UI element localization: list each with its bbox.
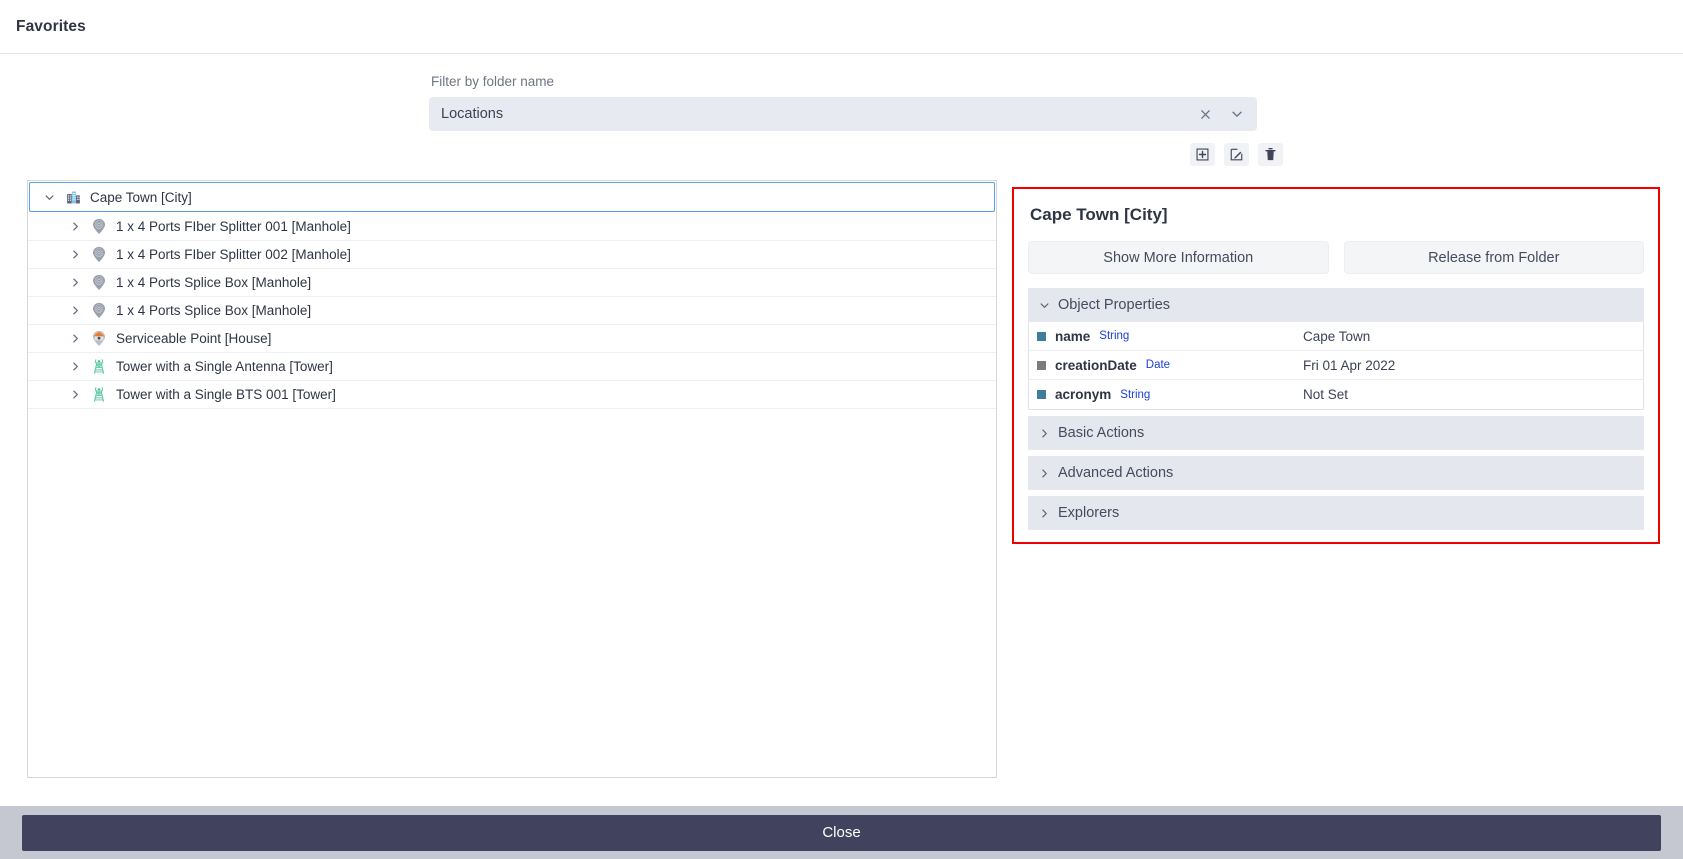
property-type-swatch — [1037, 390, 1046, 399]
show-more-information-button[interactable]: Show More Information — [1028, 241, 1329, 274]
tree-children: 1 x 4 Ports FIber Splitter 001 [Manhole]… — [28, 213, 996, 409]
object-properties-section: Object Properties name String Cape Town cre… — [1028, 288, 1644, 410]
main-content: Cape Town [City] 1 x 4 Ports FIber Split… — [0, 180, 1683, 790]
explorers-section: Explorers — [1028, 496, 1644, 530]
advanced-actions-label: Advanced Actions — [1058, 465, 1174, 481]
basic-actions-header[interactable]: Basic Actions — [1028, 416, 1644, 450]
chevron-right-icon — [1034, 423, 1054, 443]
chevron-right-icon[interactable] — [66, 246, 84, 264]
app-header: Favorites — [0, 0, 1683, 54]
chevron-down-icon — [1034, 295, 1054, 315]
tree-node-label: 1 x 4 Ports FIber Splitter 001 [Manhole] — [116, 219, 351, 234]
tree-node-label: 1 x 4 Ports Splice Box [Manhole] — [116, 303, 312, 318]
tree-node-label: 1 x 4 Ports FIber Splitter 002 [Manhole] — [116, 247, 351, 262]
tree-node-label: Cape Town [City] — [90, 189, 192, 205]
manhole-pin-icon — [88, 217, 110, 237]
tree-row[interactable]: 1 x 4 Ports Splice Box [Manhole] — [28, 269, 996, 297]
house-pin-icon — [88, 329, 110, 349]
manhole-pin-icon — [88, 273, 110, 293]
basic-actions-label: Basic Actions — [1058, 425, 1145, 441]
property-value: Cape Town — [1303, 328, 1371, 344]
folder-filter-block: Filter by folder name Locations — [429, 74, 1257, 131]
manhole-pin-icon — [88, 301, 110, 321]
tower-icon — [88, 385, 110, 405]
tree-node-label: Tower with a Single BTS 001 [Tower] — [116, 387, 336, 402]
property-value: Fri 01 Apr 2022 — [1303, 357, 1396, 373]
property-row: name String Cape Town — [1029, 322, 1643, 351]
add-folder-button[interactable] — [1190, 143, 1215, 166]
object-properties-label: Object Properties — [1058, 297, 1171, 313]
chevron-down-icon[interactable] — [1229, 106, 1245, 122]
filter-label: Filter by folder name — [431, 74, 555, 89]
chevron-right-icon — [1034, 463, 1054, 483]
city-building-icon — [62, 187, 84, 207]
tree-node-label: 1 x 4 Ports Splice Box [Manhole] — [116, 275, 312, 290]
close-icon[interactable] — [1197, 106, 1213, 122]
property-row: creationDate Date Fri 01 Apr 2022 — [1029, 351, 1643, 380]
property-type: String — [1120, 388, 1151, 401]
folder-select-value[interactable]: Locations — [441, 106, 1197, 122]
tree-row[interactable]: 1 x 4 Ports FIber Splitter 001 [Manhole] — [28, 213, 996, 241]
chevron-right-icon[interactable] — [66, 274, 84, 292]
tree-row[interactable]: Tower with a Single BTS 001 [Tower] — [28, 381, 996, 409]
folder-select-icons — [1197, 106, 1245, 122]
tree-row[interactable]: Tower with a Single Antenna [Tower] — [28, 353, 996, 381]
chevron-down-icon[interactable] — [40, 188, 58, 206]
property-type: Date — [1145, 359, 1171, 371]
chevron-right-icon[interactable] — [66, 302, 84, 320]
property-type-swatch — [1037, 360, 1046, 370]
favorites-tree: Cape Town [City] 1 x 4 Ports FIber Split… — [27, 180, 997, 778]
dialog-footer: Close — [0, 806, 1683, 859]
chevron-right-icon[interactable] — [66, 218, 84, 236]
release-from-folder-button[interactable]: Release from Folder — [1343, 241, 1644, 274]
folder-select[interactable]: Locations — [429, 97, 1257, 131]
basic-actions-section: Basic Actions — [1028, 416, 1644, 450]
chevron-right-icon[interactable] — [66, 330, 84, 348]
object-detail-panel: Cape Town [City] Show More Information R… — [1012, 187, 1660, 544]
chevron-right-icon[interactable] — [66, 358, 84, 376]
advanced-actions-header[interactable]: Advanced Actions — [1028, 456, 1644, 490]
chevron-right-icon[interactable] — [66, 386, 84, 404]
manhole-pin-icon — [88, 245, 110, 265]
property-type-swatch — [1037, 331, 1046, 341]
tree-node-label: Serviceable Point [House] — [116, 331, 272, 346]
property-name: acronym — [1055, 387, 1112, 402]
property-type: String — [1099, 330, 1130, 342]
tree-row[interactable]: 1 x 4 Ports Splice Box [Manhole] — [28, 297, 996, 325]
page-title: Favorites — [16, 17, 86, 35]
explorers-label: Explorers — [1058, 505, 1120, 521]
tree-row-root[interactable]: Cape Town [City] — [29, 182, 995, 212]
object-properties-header[interactable]: Object Properties — [1028, 288, 1644, 322]
tree-row[interactable]: 1 x 4 Ports FIber Splitter 002 [Manhole] — [28, 241, 996, 269]
tree-row[interactable]: Serviceable Point [House] — [28, 325, 996, 353]
advanced-actions-section: Advanced Actions — [1028, 456, 1644, 490]
explorers-header[interactable]: Explorers — [1028, 496, 1644, 530]
property-name: creationDate — [1055, 357, 1137, 373]
tree-node-label: Tower with a Single Antenna [Tower] — [116, 359, 333, 374]
edit-folder-button[interactable] — [1224, 143, 1249, 166]
tower-icon — [88, 357, 110, 377]
property-row: acronym String Not Set — [1029, 380, 1643, 409]
close-button[interactable]: Close — [22, 814, 1661, 851]
folder-toolbar — [0, 143, 1683, 166]
delete-folder-button[interactable] — [1258, 143, 1283, 166]
detail-title: Cape Town [City] — [1030, 205, 1168, 224]
properties-table: name String Cape Town creationDate Date Fri 0… — [1028, 322, 1644, 410]
filter-zone: Filter by folder name Locations — [0, 54, 1683, 131]
chevron-right-icon — [1034, 503, 1054, 523]
property-name: name — [1055, 328, 1091, 344]
detail-action-row: Show More Information Release from Folde… — [1028, 241, 1644, 274]
property-value: Not Set — [1303, 387, 1349, 402]
